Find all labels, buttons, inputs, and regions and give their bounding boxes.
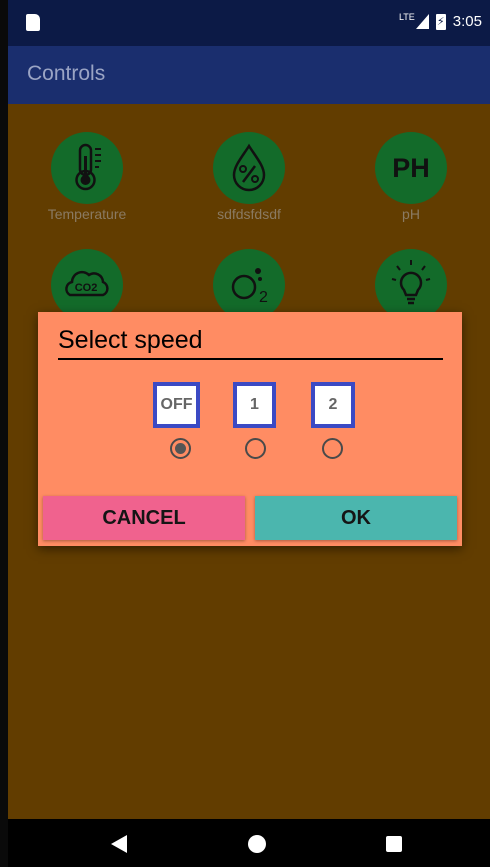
- speed-option-2[interactable]: 2: [311, 382, 355, 428]
- dialog-title: Select speed: [58, 326, 203, 354]
- battery-charging-icon: [435, 13, 446, 30]
- control-tile-co2[interactable]: CO2: [27, 249, 147, 321]
- speed-option-1[interactable]: 1: [233, 382, 276, 428]
- control-label: Temperature: [47, 206, 127, 222]
- co2-cloud-icon: CO2: [51, 249, 123, 321]
- control-tile-humidity[interactable]: sdfdsfdsdf: [189, 132, 309, 222]
- ph-icon-text: PH: [392, 153, 430, 183]
- sd-card-icon: [26, 14, 40, 31]
- humidity-drop-icon: [213, 132, 285, 204]
- lightbulb-icon: [375, 249, 447, 321]
- dialog-title-underline: [58, 358, 443, 360]
- home-icon[interactable]: [248, 835, 266, 853]
- signal-icon: [415, 14, 429, 29]
- oxygen-icon: 2: [213, 249, 285, 321]
- control-tile-oxygen[interactable]: 2: [189, 249, 309, 321]
- status-bar: LTE 3:05: [8, 0, 490, 46]
- control-tile-light[interactable]: [351, 249, 471, 321]
- ok-button[interactable]: OK: [255, 496, 457, 540]
- back-icon[interactable]: [111, 835, 127, 853]
- control-label: pH: [402, 206, 420, 222]
- oxygen-icon-text: 2: [259, 289, 268, 306]
- speed-option-off[interactable]: OFF: [153, 382, 200, 428]
- thermometer-icon: [51, 132, 123, 204]
- ph-icon: PH: [375, 132, 447, 204]
- speed-radio-2[interactable]: [322, 438, 343, 459]
- co2-icon-text: CO2: [75, 282, 98, 294]
- status-bar-right: LTE 3:05: [398, 11, 482, 31]
- speed-radio-off[interactable]: [170, 438, 191, 459]
- app-bar: Controls: [8, 46, 490, 104]
- control-tile-ph[interactable]: PH pH: [351, 132, 471, 222]
- speed-radio-1[interactable]: [245, 438, 266, 459]
- recent-apps-icon[interactable]: [386, 836, 402, 852]
- control-label: sdfdsfdsdf: [217, 206, 281, 222]
- page-title: Controls: [27, 62, 106, 85]
- control-tile-temperature[interactable]: Temperature: [27, 132, 147, 222]
- clock: 3:05: [452, 13, 482, 30]
- network-type: LTE: [398, 11, 415, 22]
- cancel-button[interactable]: CANCEL: [43, 496, 245, 540]
- select-speed-dialog: Select speed OFF 1 2 CANCEL OK: [38, 312, 462, 546]
- navigation-bar: [8, 819, 490, 867]
